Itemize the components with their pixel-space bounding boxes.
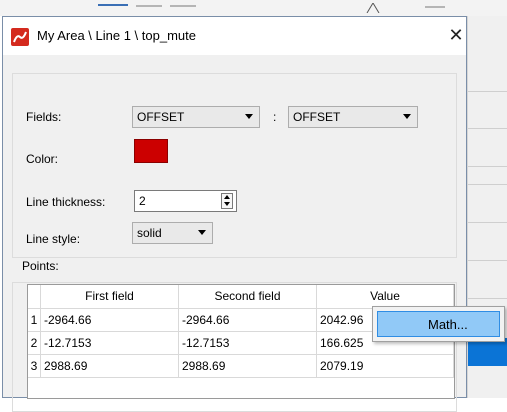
list-icon — [170, 5, 196, 7]
line-style-label: Line style: — [26, 232, 81, 246]
settings-group — [12, 73, 457, 258]
list-icon — [136, 5, 162, 7]
column-header-second-field[interactable]: Second field — [179, 285, 317, 309]
cell-second-field[interactable]: -12.7153 — [179, 332, 317, 355]
row-index[interactable]: 3 — [28, 355, 41, 378]
fields-separator: : — [273, 110, 277, 124]
list-icon — [98, 4, 128, 6]
format-icon — [425, 6, 445, 8]
font-icon — [366, 3, 380, 13]
row-index[interactable]: 1 — [28, 309, 41, 332]
line-thickness-label: Line thickness: — [26, 195, 106, 209]
second-field-value: OFFSET — [293, 110, 341, 124]
line-thickness-value: 2 — [139, 194, 146, 208]
spin-buttons[interactable] — [221, 193, 233, 209]
window-title: My Area \ Line 1 \ top_mute — [37, 28, 196, 43]
line-thickness-spinbox[interactable]: 2 — [134, 190, 237, 212]
context-menu-item-math[interactable]: Math... — [377, 311, 500, 337]
line-style-dropdown[interactable]: solid — [132, 222, 213, 244]
row-index[interactable]: 2 — [28, 332, 41, 355]
fields-label: Fields: — [26, 110, 62, 124]
chevron-down-icon — [198, 230, 206, 235]
cell-first-field[interactable]: -12.7153 — [41, 332, 179, 355]
points-label: Points: — [19, 259, 62, 273]
line-style-value: solid — [137, 226, 162, 240]
context-menu: Math... — [372, 306, 505, 342]
spin-down-icon[interactable] — [224, 202, 230, 206]
cell-value[interactable]: 2079.19 — [317, 355, 454, 378]
close-button[interactable]: ✕ — [447, 25, 465, 45]
cell-first-field[interactable]: 2988.69 — [41, 355, 179, 378]
first-field-dropdown[interactable]: OFFSET — [132, 106, 260, 128]
app-logo-icon — [11, 28, 29, 46]
context-menu-item-label: Math... — [428, 317, 468, 332]
background-toolbar — [0, 0, 507, 16]
spin-up-icon[interactable] — [224, 195, 230, 199]
chevron-down-icon — [245, 114, 253, 119]
corner-header — [28, 285, 41, 309]
second-field-dropdown[interactable]: OFFSET — [288, 106, 418, 128]
cell-second-field[interactable]: 2988.69 — [179, 355, 317, 378]
cell-second-field[interactable]: -2964.66 — [179, 309, 317, 332]
color-label: Color: — [26, 152, 59, 166]
first-field-value: OFFSET — [137, 110, 185, 124]
selected-row-highlight — [468, 338, 507, 366]
color-swatch-button[interactable] — [134, 139, 168, 163]
cell-first-field[interactable]: -2964.66 — [41, 309, 179, 332]
chevron-down-icon — [403, 114, 411, 119]
column-header-first-field[interactable]: First field — [41, 285, 179, 309]
title-bar[interactable]: My Area \ Line 1 \ top_mute ✕ — [3, 17, 466, 55]
